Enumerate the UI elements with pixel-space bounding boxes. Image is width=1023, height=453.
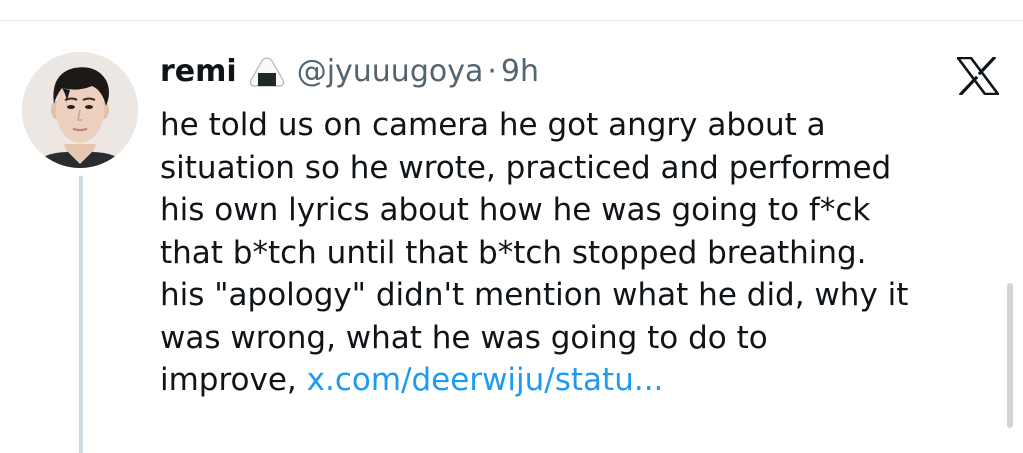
onigiri-icon (249, 56, 285, 88)
tweet-text: he told us on camera he got angry about … (160, 104, 1000, 402)
tweet-text-last-line: improve, x.com/deerwiju/statu... (160, 359, 1000, 402)
avatar[interactable] (22, 52, 138, 168)
tweet-text-prefix: improve, (160, 362, 297, 398)
timestamp[interactable]: 9h (501, 48, 539, 96)
top-divider (0, 20, 1023, 21)
separator-dot: · (487, 54, 497, 89)
tweet-text-line: he told us on camera he got angry about … (160, 107, 826, 143)
tweet-text-line: that b*tch until that b*tch stopped brea… (160, 234, 867, 271)
tweet-link[interactable]: x.com/deerwiju/statu... (307, 362, 664, 398)
scrollbar[interactable] (1007, 283, 1013, 428)
tweet-text-line: his "apology" didn't mention what he did… (160, 277, 909, 313)
tweet-text-line: his own lyrics about how he was going to… (160, 192, 871, 228)
tweet-text-line: situation so he wrote, practiced and per… (160, 149, 892, 186)
thread-connector-line (79, 176, 83, 453)
x-logo-icon[interactable] (955, 55, 1001, 97)
avatar-photo (22, 52, 138, 168)
user-handle[interactable]: @jyuuugoya (297, 48, 484, 96)
tweet-header: remi @jyuuugoya · 9h (160, 48, 539, 96)
display-name[interactable]: remi (160, 48, 237, 96)
tweet-text-line: was wrong, what he was going to do to (160, 319, 768, 356)
